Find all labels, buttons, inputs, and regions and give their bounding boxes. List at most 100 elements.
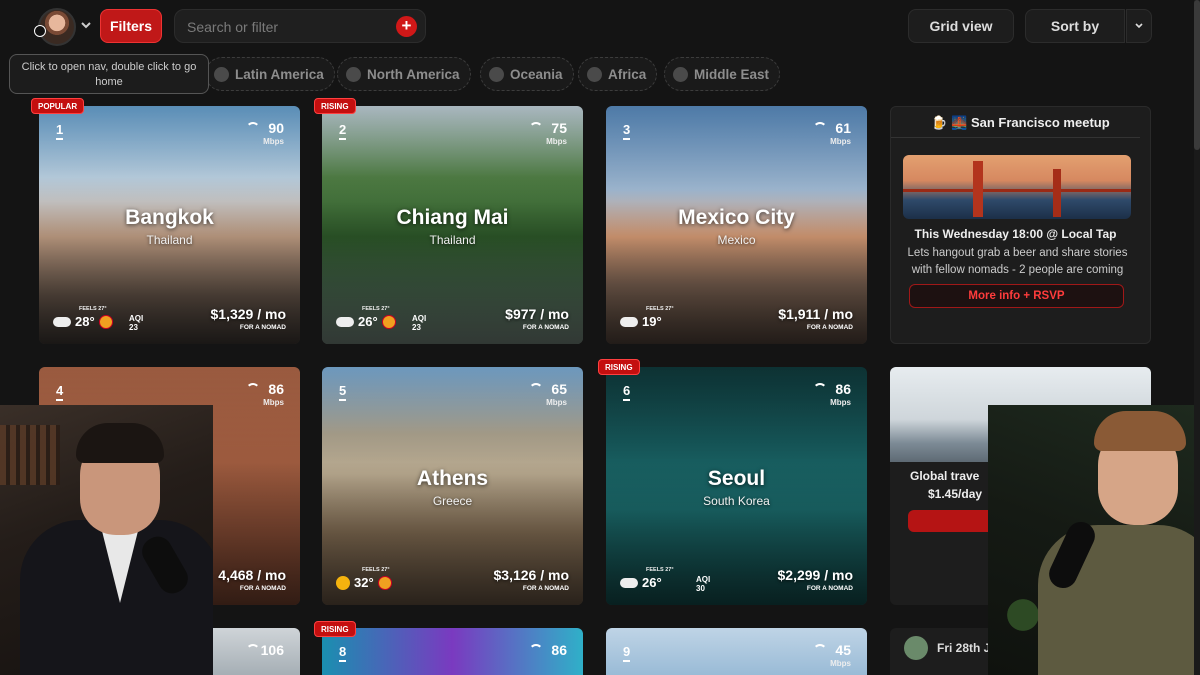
city-country: Thailand — [146, 233, 193, 247]
city-card-mexico-city[interactable]: 3 61 Mbps Mexico City Mexico FEELS 27° 1… — [606, 106, 867, 344]
feels-like: FEELS 27° — [79, 306, 107, 312]
bridge-tower — [1053, 169, 1061, 217]
grid-view-button[interactable]: Grid view — [908, 9, 1014, 43]
air-quality-icon — [381, 314, 396, 329]
aqi-value: 23 — [129, 323, 138, 332]
city-card-athens[interactable]: 5 65 Mbps Athens Greece FEELS 27° 32° $3… — [322, 367, 583, 605]
temperature: 19° — [642, 314, 662, 329]
chip-north-america[interactable]: North America — [337, 57, 471, 91]
city-country: Mexico — [717, 233, 756, 247]
chip-label: Oceania — [510, 66, 563, 82]
meetup-image — [903, 155, 1131, 219]
city-card-9[interactable]: 9 45 Mbps — [606, 628, 867, 675]
add-filter-button[interactable]: + — [396, 16, 417, 37]
wifi-icon — [813, 122, 827, 132]
mbps-unit: Mbps — [546, 137, 567, 146]
air-quality-icon — [377, 575, 392, 590]
mbps-unit: Mbps — [830, 659, 851, 668]
rsvp-button[interactable]: More info + RSVP — [909, 284, 1124, 308]
temperature: 26° — [642, 575, 662, 590]
meetup-card: 🍺 🌉 San Francisco meetup This Wednesday … — [890, 106, 1151, 344]
city-rank: 1 — [56, 122, 64, 140]
filters-button[interactable]: Filters — [100, 9, 162, 43]
wifi-icon — [529, 383, 543, 393]
aqi: AQI 23 — [412, 314, 426, 332]
top-bar: Filters + Grid view Sort by — [0, 0, 1200, 54]
city-card-8[interactable]: 8 86 — [322, 628, 583, 675]
mbps-value: 106 — [260, 642, 284, 658]
wifi-icon — [246, 383, 260, 393]
cloud-icon — [53, 316, 71, 327]
city-card-chiang-mai[interactable]: 2 75 Mbps Chiang Mai Thailand FEELS 27° … — [322, 106, 583, 344]
scrollbar[interactable] — [1194, 0, 1200, 675]
sort-chevron-icon[interactable] — [1126, 9, 1152, 43]
chip-label: Latin America — [235, 66, 324, 82]
mbps-value: 45 — [835, 642, 851, 658]
aqi-value: 23 — [412, 323, 421, 332]
wifi-icon — [813, 644, 827, 654]
event-date: Fri 28th J — [937, 641, 991, 655]
city-name: Athens — [416, 467, 489, 490]
search-input[interactable] — [187, 18, 387, 36]
feels-like: FEELS 27° — [362, 306, 390, 312]
city-country: Thailand — [429, 233, 476, 247]
cost-per-month: $977 / mo — [505, 306, 569, 322]
mbps-unit: Mbps — [830, 137, 851, 146]
nav-tooltip: Click to open nav, double click to go ho… — [9, 54, 209, 94]
mbps-unit: Mbps — [546, 398, 567, 407]
chip-africa[interactable]: Africa — [578, 57, 658, 91]
internet-speed: 75 Mbps — [546, 120, 567, 146]
mbps-unit: Mbps — [263, 137, 284, 146]
for-a-nomad-label: FOR A NOMAD — [806, 324, 853, 331]
sun-icon — [336, 575, 350, 590]
chip-latin-america[interactable]: Latin America — [205, 57, 335, 91]
for-a-nomad-label: FOR A NOMAD — [522, 585, 569, 592]
mbps-unit: Mbps — [263, 398, 284, 407]
wifi-icon — [813, 383, 827, 393]
for-a-nomad-label: FOR A NOMAD — [522, 324, 569, 331]
aqi: AQI 23 — [129, 314, 143, 332]
cost-per-month: $2,299 / mo — [777, 567, 854, 583]
sort-by-button[interactable]: Sort by — [1025, 9, 1125, 43]
rising-badge: RISING — [314, 621, 356, 637]
webcam-left — [0, 405, 213, 675]
city-country: Greece — [432, 494, 473, 508]
webcam-right — [988, 405, 1200, 675]
weather: 26° — [620, 575, 662, 590]
feels-like: FEELS 27° — [362, 567, 390, 573]
cost-per-month: 4,468 / mo — [218, 567, 286, 583]
city-card-seoul[interactable]: 6 86 Mbps Seoul South Korea FEELS 27° 26… — [606, 367, 867, 605]
temperature: 28° — [75, 314, 95, 329]
divider — [891, 137, 1140, 138]
temperature: 32° — [354, 575, 374, 590]
city-country: South Korea — [703, 494, 770, 508]
chip-oceania[interactable]: Oceania — [480, 57, 574, 91]
for-a-nomad-label: FOR A NOMAD — [239, 585, 286, 592]
for-a-nomad-label: FOR A NOMAD — [806, 585, 853, 592]
scrollbar-thumb[interactable] — [1194, 0, 1200, 150]
weather: 26° — [336, 314, 396, 329]
region-icon — [673, 66, 688, 82]
bridge-tower — [973, 161, 983, 217]
air-quality-icon — [98, 314, 113, 329]
chip-middle-east[interactable]: Middle East — [664, 57, 781, 91]
chevron-down-icon[interactable] — [80, 19, 92, 31]
bookshelf — [0, 425, 60, 485]
mbps-value: 86 — [551, 642, 567, 658]
internet-speed: 86 — [551, 642, 567, 660]
internet-speed: 65 Mbps — [546, 381, 567, 407]
meetup-description: Lets hangout grab a beer and share stori… — [907, 247, 1128, 276]
chip-label: Africa — [608, 66, 647, 82]
internet-speed: 90 Mbps — [263, 120, 284, 146]
feels-like: FEELS 27° — [646, 306, 674, 312]
popular-badge: POPULAR — [31, 98, 85, 114]
for-a-nomad-label: FOR A NOMAD — [239, 324, 286, 331]
internet-speed: 106 — [261, 642, 284, 660]
city-card-bangkok[interactable]: 1 90 Mbps Bangkok Thailand FEELS 27° 28°… — [39, 106, 300, 344]
cursor-icon — [34, 25, 46, 37]
chip-label: North America — [367, 66, 460, 82]
meetup-title: 🍺 🌉 San Francisco meetup — [931, 115, 1110, 130]
weather: 28° — [53, 314, 113, 329]
mbps-value: 90 — [268, 120, 284, 136]
cloud-icon — [336, 316, 354, 327]
